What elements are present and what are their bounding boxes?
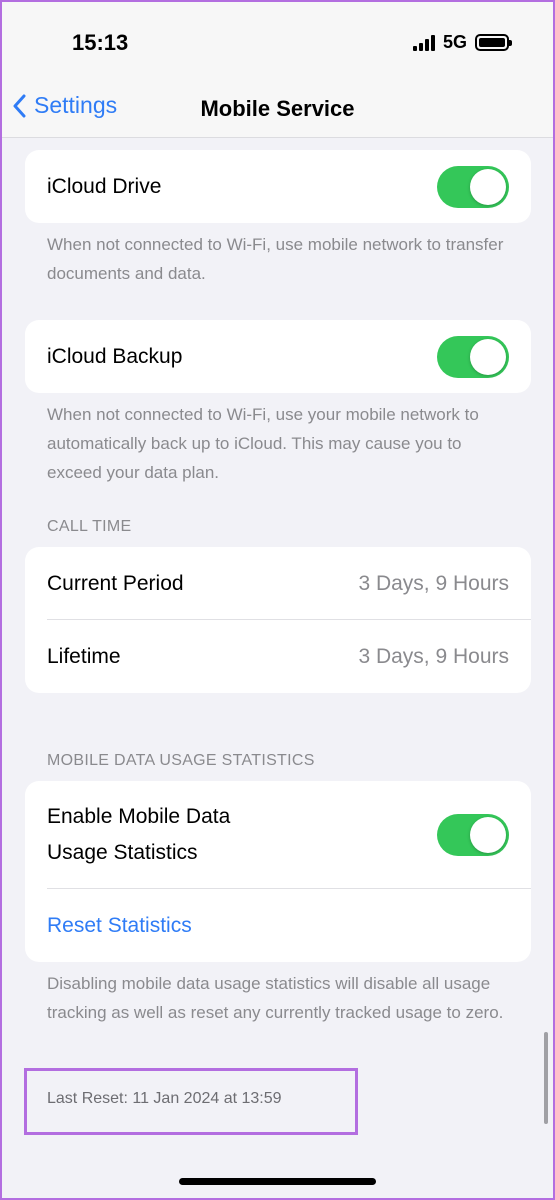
- network-type-label: 5G: [442, 32, 467, 52]
- usage-stats-header: MOBILE DATA USAGE STATISTICS: [47, 752, 315, 769]
- cellular-signal-icon: [412, 34, 435, 51]
- icloud-drive-card: iCloud Drive: [25, 150, 531, 223]
- reset-statistics-button[interactable]: Reset Statistics: [47, 914, 192, 938]
- lifetime-label: Lifetime: [47, 644, 121, 668]
- icloud-drive-footer: When not connected to Wi-Fi, use mobile …: [47, 235, 504, 283]
- enable-usage-stats-label-line2: Usage Statistics: [47, 841, 198, 864]
- call-time-header: CALL TIME: [47, 518, 132, 535]
- scrollbar[interactable]: [544, 1032, 548, 1124]
- lifetime-value: 3 Days, 9 Hours: [358, 644, 509, 668]
- icloud-backup-toggle[interactable]: [437, 336, 509, 378]
- status-bar: 15:13 5G: [0, 0, 555, 80]
- icloud-drive-toggle[interactable]: [437, 166, 509, 208]
- icloud-backup-footer: When not connected to Wi-Fi, use your mo…: [47, 405, 479, 482]
- lifetime-row: Lifetime 3 Days, 9 Hours: [25, 620, 531, 693]
- current-period-value: 3 Days, 9 Hours: [358, 571, 509, 595]
- usage-stats-footer: Disabling mobile data usage statistics w…: [47, 974, 504, 1022]
- icloud-drive-label: iCloud Drive: [47, 174, 162, 198]
- usage-stats-card: Enable Mobile Data Usage Statistics Rese…: [25, 781, 531, 962]
- page-title: Mobile Service: [200, 96, 355, 121]
- enable-usage-stats-toggle[interactable]: [437, 814, 509, 856]
- icloud-backup-card: iCloud Backup: [25, 320, 531, 393]
- last-reset-text: Last Reset: 11 Jan 2024 at 13:59: [47, 1090, 282, 1107]
- home-indicator[interactable]: [179, 1178, 376, 1185]
- call-time-card: Current Period 3 Days, 9 Hours Lifetime …: [25, 547, 531, 693]
- current-period-label: Current Period: [47, 571, 184, 595]
- icloud-backup-row: iCloud Backup: [25, 320, 531, 393]
- icloud-drive-row: iCloud Drive: [25, 150, 531, 223]
- navigation-bar: Settings Mobile Service: [0, 80, 555, 138]
- enable-usage-stats-label: Enable Mobile Data Usage Statistics: [47, 799, 230, 871]
- current-period-row: Current Period 3 Days, 9 Hours: [25, 547, 531, 620]
- enable-usage-stats-row: Enable Mobile Data Usage Statistics: [25, 781, 531, 889]
- enable-usage-stats-label-line1: Enable Mobile Data: [47, 805, 231, 828]
- status-time: 15:13: [72, 30, 129, 55]
- icloud-backup-label: iCloud Backup: [47, 344, 183, 368]
- status-indicators: 5G: [412, 32, 512, 53]
- battery-icon: [475, 34, 512, 51]
- reset-statistics-row[interactable]: Reset Statistics: [25, 889, 531, 962]
